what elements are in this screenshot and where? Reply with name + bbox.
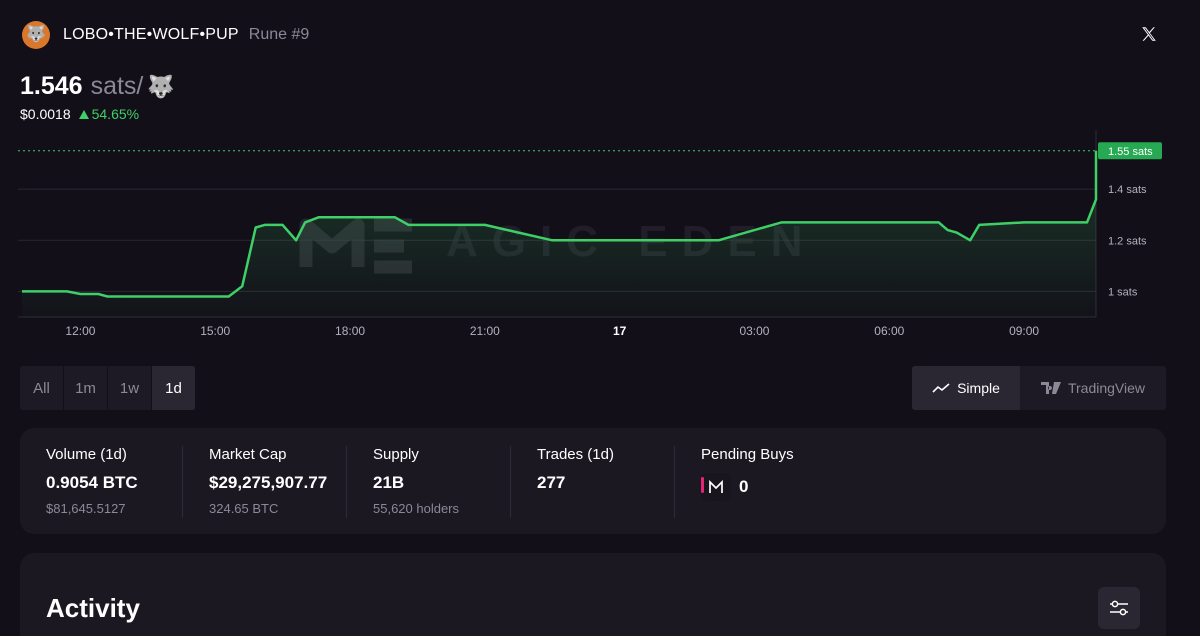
- simple-view-label: Simple: [957, 380, 1000, 396]
- stat-divider: [346, 446, 347, 518]
- x-tick-label: 15:00: [200, 324, 230, 338]
- line-chart-icon: [932, 382, 950, 394]
- y-tick-label: 1.4 sats: [1108, 184, 1147, 196]
- range-1d-button[interactable]: 1d: [152, 366, 196, 410]
- tradingview-label: TradingView: [1067, 380, 1146, 396]
- usd-price: $0.0018: [20, 106, 71, 122]
- y-tick-label: 1 sats: [1108, 286, 1138, 298]
- stat-pending-buys: Pending Buys 0: [701, 446, 794, 518]
- x-tick-label: 18:00: [335, 324, 365, 338]
- range-all-button[interactable]: All: [20, 366, 64, 410]
- wolf-pup-avatar-icon: 🐺: [26, 26, 46, 43]
- x-tick-label: 03:00: [739, 324, 769, 338]
- volume-value: 0.9054 BTC: [46, 473, 138, 492]
- wolf-icon: 🐺: [147, 73, 175, 99]
- activity-panel: Activity: [20, 553, 1166, 636]
- market-cap-value: $29,275,907.77: [209, 473, 328, 492]
- market-cap-label: Market Cap: [209, 446, 287, 463]
- filter-button[interactable]: [1098, 587, 1140, 629]
- market-cap-btc: 324.65 BTC: [209, 501, 279, 516]
- supply-holders: 55,620 holders: [373, 501, 460, 516]
- stat-market-cap: Market Cap $29,275,907.77 324.65 BTC: [209, 446, 327, 518]
- price-unit: sats/: [90, 72, 144, 100]
- tradingview-button[interactable]: TradingView: [1020, 366, 1166, 410]
- stat-volume: Volume (1d) 0.9054 BTC $81,645.5127: [46, 446, 138, 518]
- activity-title: Activity: [46, 593, 140, 623]
- supply-label: Supply: [373, 446, 419, 463]
- stat-trades: Trades (1d) 277: [537, 446, 614, 518]
- magic-eden-icon: [709, 480, 723, 493]
- y-axis: 1 sats 1.2 sats 1.4 sats: [1108, 184, 1147, 298]
- price-value: 1.546: [20, 72, 83, 100]
- rune-number: Rune #9: [248, 26, 310, 43]
- pending-buys-row[interactable]: 0: [701, 473, 794, 501]
- price-chart[interactable]: AGIC EDEN 1.55 sats 1 sats1.2 sats1.4 sa…: [0, 130, 1200, 345]
- simple-view-button[interactable]: Simple: [912, 366, 1020, 410]
- x-social-icon[interactable]: [1140, 23, 1158, 45]
- x-tick-label: 12:00: [65, 324, 95, 338]
- sliders-icon: [1110, 600, 1128, 616]
- time-range-selector: All 1m 1w 1d: [20, 366, 196, 410]
- y-tick-label: 1.2 sats: [1108, 235, 1147, 247]
- chart-view-toggle: Simple TradingView: [912, 366, 1166, 410]
- rune-header: 🐺 LOBO•THE•WOLF•PUP Rune #9: [22, 20, 309, 50]
- tradingview-icon: [1040, 382, 1061, 394]
- rune-name: LOBO•THE•WOLF•PUP: [63, 26, 239, 43]
- x-tick-label: 06:00: [874, 324, 904, 338]
- x-tick-label: 09:00: [1009, 324, 1039, 338]
- stats-panel: Volume (1d) 0.9054 BTC $81,645.5127 Mark…: [20, 428, 1166, 534]
- volume-usd: $81,645.5127: [46, 501, 126, 516]
- pending-buys-label: Pending Buys: [701, 446, 794, 463]
- range-1w-button[interactable]: 1w: [108, 366, 152, 410]
- stat-divider: [510, 446, 511, 518]
- trades-label: Trades (1d): [537, 446, 614, 463]
- x-tick-label: 21:00: [470, 324, 500, 338]
- triangle-up-icon: [78, 109, 89, 119]
- x-tick-label: 17: [613, 324, 627, 338]
- price-change: 54.65%: [78, 106, 140, 122]
- price-row: 1.546 sats/ 🐺: [20, 72, 175, 101]
- chip-accent: [701, 477, 704, 493]
- stat-divider: [674, 446, 675, 518]
- price-change-value: 54.65%: [91, 106, 140, 122]
- volume-label: Volume (1d): [46, 446, 127, 463]
- rune-logo: 🐺: [22, 21, 50, 49]
- magic-eden-chip: [701, 473, 731, 501]
- x-icon: [1142, 27, 1156, 41]
- supply-value: 21B: [373, 473, 405, 492]
- last-price-tag: 1.55 sats: [1098, 142, 1162, 160]
- stat-divider: [182, 446, 183, 518]
- pending-buys-value: 0: [739, 477, 749, 496]
- stat-supply: Supply 21B 55,620 holders: [373, 446, 459, 518]
- usd-row: $0.0018 54.65%: [20, 106, 139, 122]
- x-axis: 12:00 15:00 18:00 21:00 17 03:00 06:00 09:00: [65, 324, 1039, 338]
- range-1m-button[interactable]: 1m: [64, 366, 108, 410]
- last-price-label: 1.55 sats: [1108, 146, 1153, 158]
- trades-value: 277: [537, 473, 566, 492]
